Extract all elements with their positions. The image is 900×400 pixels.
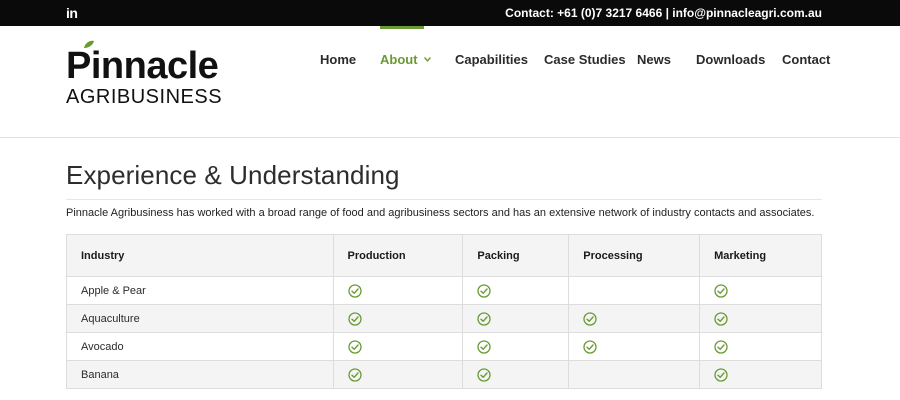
header-industry: Industry: [66, 234, 334, 277]
check-circle-icon: [714, 339, 728, 354]
header-packing: Packing: [462, 234, 570, 277]
nav-item-home[interactable]: Home: [320, 52, 356, 67]
nav-active-indicator: [380, 26, 424, 29]
nav-item-downloads[interactable]: Downloads: [696, 52, 765, 67]
nav-item-news[interactable]: News: [637, 52, 671, 67]
check-circle-icon: [347, 311, 362, 326]
page-title: Experience & Understanding: [66, 160, 400, 190]
processing-cell: [568, 276, 701, 305]
packing-cell: [462, 360, 570, 389]
header-marketing: Marketing: [699, 234, 822, 277]
production-cell: [332, 276, 464, 305]
site-header: Pinnacle AGRIBUSINESS Home About Capabil…: [0, 26, 900, 138]
check-circle-icon: [477, 311, 492, 326]
logo-main-text: Pinnacle: [66, 40, 222, 86]
marketing-cell: [699, 332, 822, 361]
table-row: Avocado: [66, 332, 822, 361]
check-circle-icon: [477, 339, 492, 354]
industry-cell: Avocado: [66, 332, 334, 361]
check-circle-icon: [477, 283, 492, 298]
check-circle-icon: [477, 367, 492, 382]
marketing-cell: [699, 304, 822, 333]
top-bar: in Contact: +61 (0)7 3217 6466 | info@pi…: [0, 0, 900, 26]
header-processing: Processing: [568, 234, 701, 277]
processing-cell: [568, 332, 701, 361]
packing-cell: [462, 276, 570, 305]
check-circle-icon: [583, 311, 597, 326]
nav-item-case-studies[interactable]: Case Studies: [544, 52, 626, 67]
check-circle-icon: [347, 283, 362, 298]
check-circle-icon: [347, 367, 362, 382]
table-header-row: Industry Production Packing Processing M…: [66, 234, 822, 277]
check-circle-icon: [347, 339, 362, 354]
marketing-cell: [699, 360, 822, 389]
check-circle-icon: [714, 367, 728, 382]
nav-item-capabilities[interactable]: Capabilities: [455, 52, 528, 67]
processing-cell: [568, 304, 701, 333]
production-cell: [332, 360, 464, 389]
pinnacle-logo[interactable]: Pinnacle AGRIBUSINESS: [66, 40, 223, 108]
industry-cell: Banana: [66, 360, 334, 389]
nav-item-about-label: About: [380, 52, 418, 67]
header-production: Production: [332, 234, 464, 277]
table-row: Aquaculture: [66, 304, 822, 333]
packing-cell: [462, 332, 570, 361]
linkedin-icon[interactable]: in: [66, 5, 78, 21]
contact-info: Contact: +61 (0)7 3217 6466 | info@pinna…: [505, 6, 822, 20]
chevron-down-icon: [423, 57, 431, 62]
industry-cell: Apple & Pear: [66, 276, 334, 305]
title-divider: [66, 199, 822, 200]
check-circle-icon: [714, 283, 728, 298]
nav-item-contact[interactable]: Contact: [782, 52, 830, 67]
packing-cell: [462, 304, 570, 333]
production-cell: [332, 304, 464, 333]
intro-text: Pinnacle Agribusiness has worked with a …: [66, 207, 815, 219]
nav-item-about[interactable]: About: [380, 52, 431, 67]
check-circle-icon: [714, 311, 728, 326]
table-row: Banana: [66, 360, 822, 389]
check-circle-icon: [583, 339, 597, 354]
industry-table: Industry Production Packing Processing M…: [66, 234, 822, 389]
leaf-icon: [84, 40, 94, 48]
production-cell: [332, 332, 464, 361]
industry-cell: Aquaculture: [66, 304, 334, 333]
table-row: Apple & Pear: [66, 276, 822, 305]
processing-cell: [568, 360, 701, 389]
marketing-cell: [699, 276, 822, 305]
logo-sub-text: AGRIBUSINESS: [66, 86, 223, 108]
